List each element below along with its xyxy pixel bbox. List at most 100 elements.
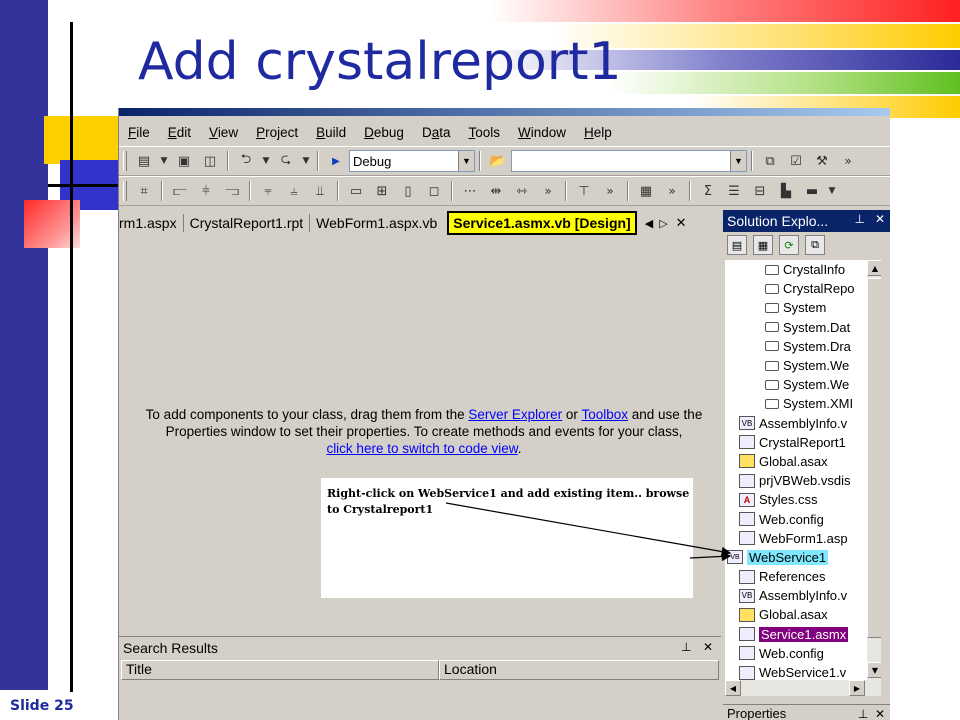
tree-item-file[interactable]: References — [725, 567, 881, 586]
tree-item-reference[interactable]: CrystalRepo — [725, 279, 881, 298]
close-icon[interactable]: ✕ — [875, 212, 885, 226]
tree-item-file[interactable]: Global.asax — [725, 452, 881, 471]
scroll-right-icon[interactable]: ▷ — [659, 217, 667, 230]
properties-icon[interactable]: ☑ — [785, 150, 807, 172]
tree-horizontal-scrollbar[interactable]: ◀ ▶ — [725, 680, 881, 696]
tree-vertical-scrollbar[interactable]: ▲ ▼ — [867, 260, 881, 696]
toolbar-overflow-icon[interactable]: » — [661, 180, 683, 202]
solution-explorer-icon[interactable]: ⧉ — [759, 150, 781, 172]
tree-item-file[interactable]: prjVBWeb.vsdis — [725, 471, 881, 490]
scroll-up-icon[interactable]: ▲ — [867, 260, 881, 276]
pin-icon[interactable]: ⊥ — [858, 707, 868, 720]
chevron-down-icon[interactable]: ▼ — [458, 151, 474, 171]
save-icon[interactable]: ▣ — [173, 150, 195, 172]
align-middles-icon[interactable]: ⫨ — [283, 180, 305, 202]
save-all-icon[interactable]: ◫ — [199, 150, 221, 172]
decrease-spacing-icon[interactable]: ⇿ — [511, 180, 533, 202]
menu-project[interactable]: Project — [247, 125, 307, 140]
toolbox-link[interactable]: Toolbox — [581, 407, 628, 422]
tree-item-project-webservice1[interactable]: VB WebService1 — [725, 548, 881, 567]
tree-item-file[interactable]: A Styles.css — [725, 490, 881, 509]
horizontal-spacing-icon[interactable]: ⋯ — [459, 180, 481, 202]
close-icon[interactable]: ✕ — [875, 707, 885, 720]
dropdown-arrow-icon[interactable]: ▼ — [827, 180, 837, 202]
align-tops-icon[interactable]: ⫧ — [257, 180, 279, 202]
close-icon[interactable]: ✕ — [676, 215, 687, 231]
tree-item-reference[interactable]: System.Dat — [725, 318, 881, 337]
tree-item-reference[interactable]: System — [725, 298, 881, 317]
tree-item-file[interactable]: Global.asax — [725, 605, 881, 624]
align-to-grid-icon[interactable]: ⌗ — [133, 180, 155, 202]
scrollbar-thumb[interactable] — [867, 278, 881, 638]
redo-icon[interactable]: ⮎ — [275, 150, 297, 172]
scroll-left-icon[interactable]: ◀ — [645, 217, 653, 230]
tree-item-file[interactable]: WebForm1.asp — [725, 529, 881, 548]
new-project-icon[interactable]: ▤ — [133, 150, 155, 172]
column-location[interactable]: Location — [439, 660, 719, 680]
tree-item-reference[interactable]: System.XMI — [725, 394, 881, 413]
menu-edit[interactable]: Edit — [159, 125, 200, 140]
menu-debug[interactable]: Debug — [355, 125, 413, 140]
scroll-left-icon[interactable]: ◀ — [725, 680, 741, 696]
tab-webform1-aspx-vb[interactable]: WebForm1.aspx.vb — [310, 214, 443, 232]
menu-tools[interactable]: Tools — [459, 125, 509, 140]
tree-item-reference[interactable]: CrystalInfo — [725, 260, 881, 279]
scroll-right-icon[interactable]: ▶ — [849, 680, 865, 696]
solution-config-combo[interactable]: Debug ▼ — [349, 150, 475, 172]
bring-to-front-icon[interactable]: ▦ — [635, 180, 657, 202]
tab-webform1-aspx[interactable]: rm1.aspx — [119, 214, 184, 232]
find-combo[interactable]: ▼ — [511, 150, 747, 172]
tree-item-file[interactable]: Web.config — [725, 509, 881, 528]
toolbar-overflow-icon[interactable]: » — [537, 180, 559, 202]
toolbar-grip[interactable] — [123, 151, 127, 171]
tree-item-file[interactable]: VB AssemblyInfo.v — [725, 414, 881, 433]
server-explorer-link[interactable]: Server Explorer — [468, 407, 562, 422]
column-title[interactable]: Title — [121, 660, 439, 680]
make-same-width-icon[interactable]: ▭ — [345, 180, 367, 202]
tab-order-icon[interactable]: ⊤ — [573, 180, 595, 202]
size-to-grid-icon[interactable]: ⊞ — [371, 180, 393, 202]
list-icon[interactable]: ☰ — [723, 180, 745, 202]
tree-item-reference[interactable]: System.We — [725, 375, 881, 394]
menu-window[interactable]: Window — [509, 125, 575, 140]
tree-item-reference[interactable]: System.Dra — [725, 337, 881, 356]
scroll-down-icon[interactable]: ▼ — [867, 662, 881, 678]
dropdown-arrow-icon[interactable]: ▼ — [159, 150, 169, 172]
toolbar-overflow-icon[interactable]: » — [599, 180, 621, 202]
menu-help[interactable]: Help — [575, 125, 621, 140]
switch-to-code-link[interactable]: click here to switch to code view — [326, 441, 517, 456]
tab-crystalreport1-rpt[interactable]: CrystalReport1.rpt — [184, 214, 311, 232]
menu-build[interactable]: Build — [307, 125, 355, 140]
align-rights-icon[interactable]: ⫎ — [221, 180, 243, 202]
chart-icon[interactable]: ▙ — [775, 180, 797, 202]
tree-item-service1-asmx[interactable]: Service1.asmx — [725, 625, 881, 644]
make-same-size-icon[interactable]: ◻ — [423, 180, 445, 202]
tab-service1-asmx-vb-design[interactable]: Service1.asmx.vb [Design] — [447, 211, 637, 235]
chevron-down-icon[interactable]: ▼ — [730, 151, 746, 171]
tree-item-file[interactable]: VB AssemblyInfo.v — [725, 586, 881, 605]
toolbox-icon[interactable]: ⚒ — [811, 150, 833, 172]
show-all-files-icon[interactable]: ⧉ — [805, 235, 825, 255]
tree-item-file[interactable]: Web.config — [725, 644, 881, 663]
menu-view[interactable]: View — [200, 125, 247, 140]
pin-icon[interactable]: ⊥ — [681, 640, 691, 654]
align-bottoms-icon[interactable]: ⫫ — [309, 180, 331, 202]
refresh-icon[interactable]: ⟳ — [779, 235, 799, 255]
open-folder-icon[interactable]: 📂 — [487, 150, 509, 172]
menu-data[interactable]: Data — [413, 125, 460, 140]
pin-icon[interactable]: ⊥ — [854, 212, 864, 226]
component-designer-surface[interactable]: To add components to your class, drag th… — [119, 238, 721, 634]
make-same-height-icon[interactable]: ▯ — [397, 180, 419, 202]
increase-spacing-icon[interactable]: ⇹ — [485, 180, 507, 202]
grid-icon[interactable]: ⊟ — [749, 180, 771, 202]
align-lefts-icon[interactable]: ⫍ — [169, 180, 191, 202]
toolbar-overflow-icon[interactable]: » — [837, 150, 859, 172]
undo-icon[interactable]: ⮌ — [235, 150, 257, 172]
start-debug-icon[interactable]: ▶ — [325, 150, 347, 172]
menu-file[interactable]: File — [119, 125, 159, 140]
close-icon[interactable]: ✕ — [703, 640, 713, 654]
tree-item-reference[interactable]: System.We — [725, 356, 881, 375]
report-icon[interactable]: ▬ — [801, 180, 823, 202]
align-centers-icon[interactable]: ⫩ — [195, 180, 217, 202]
sum-icon[interactable]: Σ — [697, 180, 719, 202]
